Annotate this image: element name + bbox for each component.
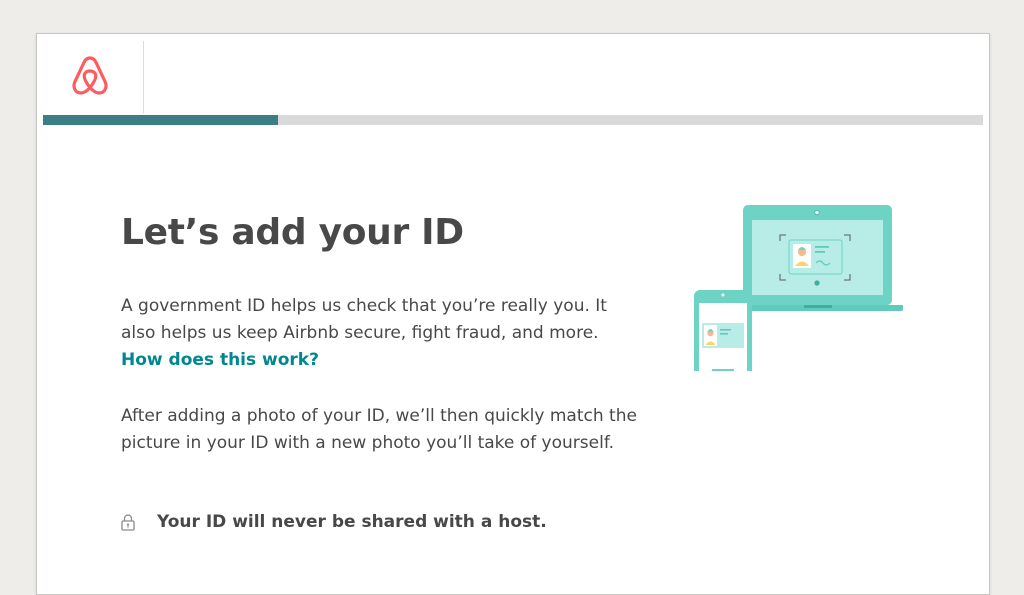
verification-card: Let’s add your ID A government ID helps … bbox=[36, 33, 990, 595]
intro-text: A government ID helps us check that you’… bbox=[121, 296, 607, 343]
lock-icon bbox=[121, 514, 135, 531]
privacy-notice-text: Your ID will never be shared with a host… bbox=[157, 512, 547, 532]
page-title: Let’s add your ID bbox=[121, 212, 464, 253]
how-does-this-work-link[interactable]: How does this work? bbox=[121, 350, 319, 370]
phone-illustration bbox=[694, 290, 752, 371]
airbnb-logo[interactable] bbox=[70, 54, 110, 98]
detail-paragraph: After adding a photo of your ID, we’ll t… bbox=[121, 406, 637, 453]
progress-bar-fill bbox=[43, 115, 278, 125]
laptop-illustration bbox=[731, 205, 903, 311]
id-verification-illustration bbox=[694, 205, 903, 371]
privacy-notice: Your ID will never be shared with a host… bbox=[121, 512, 547, 532]
airbnb-logo-icon bbox=[72, 56, 108, 95]
intro-paragraph: A government ID helps us check that you’… bbox=[121, 293, 641, 374]
header-divider bbox=[143, 41, 144, 113]
progress-bar bbox=[43, 115, 983, 125]
